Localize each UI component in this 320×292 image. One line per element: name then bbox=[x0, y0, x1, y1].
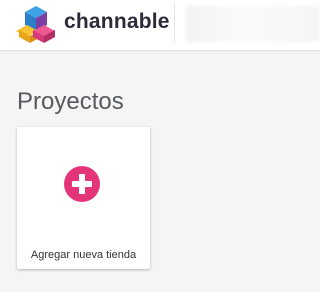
plus-circle-icon bbox=[64, 166, 100, 202]
top-navigation-bar: channable bbox=[0, 0, 320, 51]
page-title: Proyectos bbox=[17, 88, 124, 116]
add-new-store-card[interactable]: Agregar nueva tienda bbox=[17, 127, 150, 269]
brand-name: channable bbox=[64, 10, 170, 33]
channable-logo-icon[interactable] bbox=[16, 4, 56, 44]
account-area[interactable] bbox=[186, 6, 320, 42]
add-new-store-label: Agregar nueva tienda bbox=[30, 249, 137, 261]
header-divider bbox=[174, 3, 175, 43]
